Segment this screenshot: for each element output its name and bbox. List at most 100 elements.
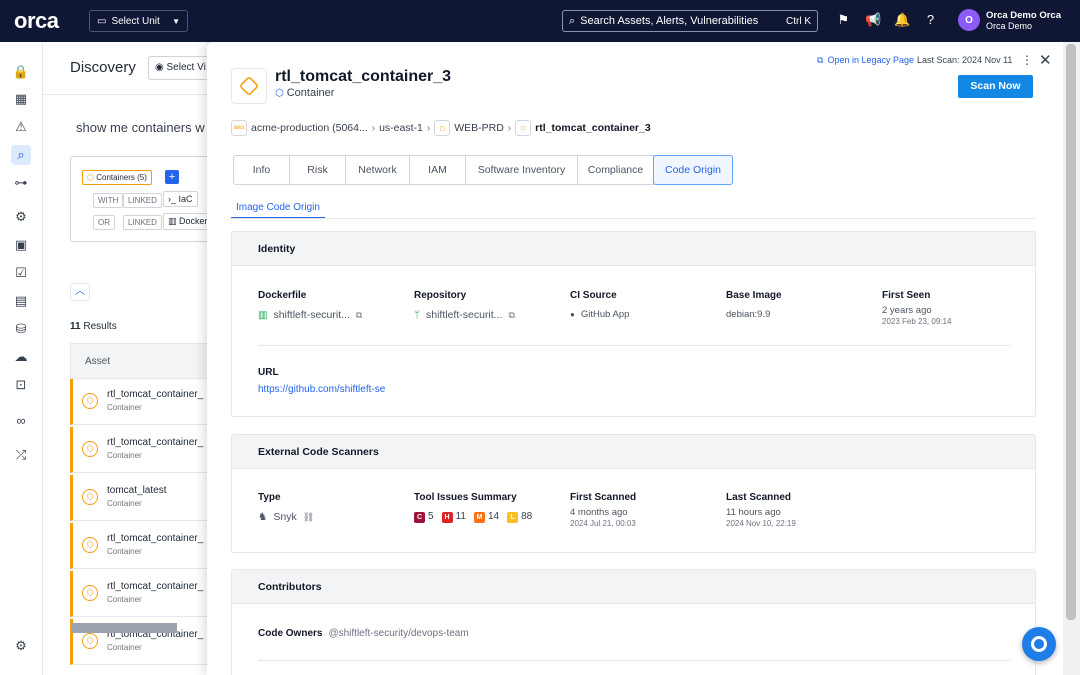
- cluster-icon: ▢: [434, 120, 451, 136]
- table-row[interactable]: ⬡ rtl_tomcat_container_ Container: [70, 379, 207, 425]
- breadcrumb-account[interactable]: acme-production (5064...: [251, 122, 368, 134]
- tab-network[interactable]: Network: [346, 156, 410, 184]
- cloud-upload-icon[interactable]: ☁: [11, 347, 31, 367]
- code-owners-label: Code Owners: [258, 628, 323, 639]
- infinity-icon[interactable]: ∞: [11, 410, 31, 430]
- briefcase-icon[interactable]: ▣: [11, 235, 31, 255]
- graph-icon[interactable]: ⊶: [11, 173, 31, 193]
- iac-chip[interactable]: ›_ IaC: [163, 191, 198, 207]
- gear-icon[interactable]: ⚙: [11, 636, 31, 656]
- bell-icon[interactable]: 🔔: [894, 12, 910, 28]
- snyk-icon: ♞: [258, 511, 268, 523]
- tab-iam[interactable]: IAM: [410, 156, 466, 184]
- tab-bar: Info Risk Network IAM Software Inventory…: [233, 155, 733, 185]
- user-name: Orca Demo Orca: [986, 9, 1061, 21]
- last-scan-value: 2024 Nov 11: [962, 55, 1013, 65]
- repository-value[interactable]: ᛘ shiftleft-securit... ⧉: [414, 309, 515, 321]
- high-count: 11: [455, 511, 466, 522]
- flag-icon[interactable]: ⚑: [836, 12, 851, 28]
- high-issues[interactable]: H 11: [441, 511, 466, 523]
- discovery-page: Discovery ◉ Select Vi show me containers…: [43, 42, 207, 675]
- horizontal-scrollbar[interactable]: [72, 623, 177, 633]
- ci-source-text: GitHub App: [580, 309, 630, 320]
- tab-compliance[interactable]: Compliance: [578, 156, 654, 184]
- repository-text: shiftleft-securit...: [426, 309, 503, 321]
- page-title: Discovery: [70, 59, 136, 76]
- tab-software-inventory[interactable]: Software Inventory: [466, 156, 578, 184]
- dashboard-icon[interactable]: ▦: [11, 89, 31, 109]
- column-header-asset[interactable]: Asset: [70, 343, 207, 379]
- tab-risk[interactable]: Risk: [290, 156, 346, 184]
- dockerfile-text: shiftleft-securit...: [273, 309, 350, 321]
- type-value: ♞ Snyk ⛓: [258, 511, 314, 523]
- table-row[interactable]: ⬡ rtl_tomcat_container_ Container: [70, 571, 207, 617]
- scan-now-button[interactable]: Scan Now: [958, 75, 1033, 98]
- container-icon: ⬡: [82, 633, 98, 649]
- global-search-input[interactable]: ⌕ Search Assets, Alerts, Vulnerabilities…: [562, 10, 818, 32]
- first-seen-date: 2023 Feb 23, 09:14: [882, 317, 952, 326]
- asset-type: Container: [107, 451, 142, 460]
- add-condition-button[interactable]: +: [165, 170, 179, 184]
- tab-info[interactable]: Info: [234, 156, 290, 184]
- link-icon[interactable]: ⛓: [303, 512, 314, 523]
- ci-source-label: CI Source: [570, 290, 617, 301]
- critical-badge: C: [414, 512, 425, 523]
- checklist-icon[interactable]: ☑: [11, 263, 31, 283]
- divider: [258, 660, 1011, 661]
- type-label: Type: [258, 492, 281, 503]
- alert-icon[interactable]: ⚠: [11, 117, 31, 137]
- breadcrumb-region[interactable]: us-east-1: [379, 122, 423, 134]
- asset-name: rtl_tomcat_container_: [107, 581, 204, 592]
- settings-gear-icon[interactable]: ⚙: [11, 207, 31, 227]
- container-icon: ⬡: [515, 120, 532, 136]
- table-row[interactable]: ⬡ rtl_tomcat_container_ Container: [70, 523, 207, 569]
- dockerfile-icon: ▥: [258, 309, 268, 321]
- shuffle-icon[interactable]: ⤮: [11, 445, 31, 465]
- dockerfile-value[interactable]: ▥ shiftleft-securit... ⧉: [258, 309, 362, 321]
- search-icon[interactable]: ⌕: [11, 145, 31, 165]
- docker-chip-label: Docker: [179, 216, 207, 226]
- megaphone-icon[interactable]: 📢: [865, 12, 881, 28]
- containers-chip[interactable]: ⬡ Containers (5): [82, 170, 152, 185]
- query-text: show me containers w: [76, 120, 205, 135]
- medium-issues[interactable]: M 14: [473, 511, 499, 523]
- collapse-button[interactable]: ︿: [70, 283, 90, 301]
- lock-icon[interactable]: 🔒: [11, 62, 31, 82]
- scrollbar-thumb[interactable]: [1066, 44, 1076, 620]
- tab-code-origin[interactable]: Code Origin: [653, 155, 733, 185]
- top-bar: orca ▭ Select Unit ▼ ⌕ Search Assets, Al…: [0, 0, 1080, 42]
- document-icon[interactable]: ▤: [11, 291, 31, 311]
- asset-subtitle: ⬡ Container: [275, 87, 334, 99]
- select-view-dropdown[interactable]: ◉ Select Vi: [148, 56, 207, 80]
- breadcrumb-cluster[interactable]: WEB-PRD: [454, 122, 504, 134]
- tool-issues-label: Tool Issues Summary: [414, 492, 517, 503]
- results-number: 11: [70, 321, 81, 332]
- external-link-icon[interactable]: ⧉: [356, 310, 362, 321]
- external-link-icon[interactable]: ⧉: [508, 310, 514, 321]
- subtab-image-code-origin[interactable]: Image Code Origin: [231, 202, 325, 219]
- low-issues[interactable]: L 88: [507, 511, 532, 523]
- docker-chip[interactable]: ▥ Docker: [163, 213, 207, 230]
- chat-assistant-button[interactable]: [1022, 627, 1056, 661]
- user-menu[interactable]: O Orca Demo Orca Orca Demo: [958, 9, 1061, 31]
- open-legacy-link[interactable]: ⧉ Open in Legacy Page: [817, 55, 914, 66]
- asset-name: rtl_tomcat_container_: [107, 533, 204, 544]
- table-row[interactable]: ⬡ tomcat_latest Container: [70, 475, 207, 521]
- low-count: 88: [521, 511, 533, 522]
- type-text: Snyk: [273, 511, 297, 523]
- database-icon[interactable]: ⛁: [11, 319, 31, 339]
- select-unit-dropdown[interactable]: ▭ Select Unit ▼: [89, 10, 188, 32]
- url-link[interactable]: https://github.com/shiftleft-se: [258, 384, 386, 395]
- chevron-down-icon: ▼: [172, 16, 180, 26]
- help-icon[interactable]: ?: [923, 12, 938, 28]
- close-icon[interactable]: ✕: [1039, 51, 1052, 69]
- more-options-icon[interactable]: ⋮: [1021, 53, 1033, 67]
- critical-issues[interactable]: C5: [414, 511, 434, 523]
- url-label: URL: [258, 367, 279, 378]
- orca-logo[interactable]: orca: [14, 8, 76, 34]
- table-row[interactable]: ⬡ rtl_tomcat_container_ Container: [70, 427, 207, 473]
- docker-icon: ▥: [168, 216, 180, 226]
- asset-detail-drawer: rtl_tomcat_container_3 ⬡ Container ⧉ Open …: [207, 42, 1063, 675]
- inbox-icon[interactable]: ⊡: [11, 375, 31, 395]
- linked-chip: LINKED: [123, 193, 162, 208]
